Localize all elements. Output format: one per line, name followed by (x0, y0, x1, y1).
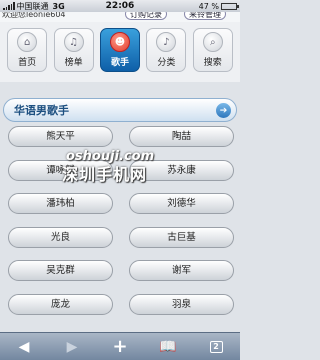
order-history-button[interactable]: 订购记录 (125, 12, 167, 20)
nav-item-categories[interactable]: ♪ 分类 (146, 28, 187, 72)
singer-button[interactable]: 庞龙 (8, 293, 113, 315)
back-arrow-icon: ◀ (18, 338, 30, 355)
search-icon: ⌕ (202, 32, 223, 52)
status-bar: 中国联通 3G 22:06 47 % (0, 0, 240, 12)
category-icon: ♪ (156, 32, 177, 52)
welcome-text: 欢迎您leonie604 (2, 12, 66, 19)
nav-item-home[interactable]: ⌂ 首页 (7, 28, 48, 72)
welcome-bar: 欢迎您leonie604 订购记录 来铃管理 (0, 12, 240, 22)
singer-button[interactable]: 刘德华 (129, 193, 234, 214)
nav-label: 歌手 (110, 58, 129, 68)
singer-button[interactable]: 谢军 (129, 260, 234, 281)
section-title: 华语男歌手 (14, 104, 69, 117)
pages-icon: 2 (209, 340, 223, 353)
forward-button[interactable]: ▶ (59, 336, 85, 358)
singer-button[interactable]: 吴克群 (8, 260, 113, 281)
singer-button[interactable]: 光良 (8, 226, 113, 248)
battery-icon (221, 2, 239, 10)
back-button[interactable]: ◀ (11, 336, 37, 358)
nav-label: 分类 (157, 58, 176, 68)
singer-button[interactable]: 陶喆 (129, 126, 234, 147)
nav-item-charts[interactable]: ♫ 榜单 (53, 28, 94, 72)
nav-label: 搜索 (203, 58, 222, 68)
watermark-name: 深圳手机网 (62, 165, 148, 184)
browser-toolbar: ◀ ▶ + 📖 2 (0, 332, 240, 360)
arrow-right-icon[interactable]: ➔ (216, 103, 231, 118)
nav-item-singers[interactable]: ☻ 歌手 (99, 28, 140, 72)
singer-icon: ☻ (109, 32, 130, 52)
nav-label: 首页 (18, 58, 37, 68)
main-nav: ⌂ 首页 ♫ 榜单 ☻ 歌手 ♪ 分类 ⌕ 搜索 (0, 22, 240, 82)
book-icon: 📖 (159, 338, 177, 355)
singer-button[interactable]: 羽泉 (129, 293, 234, 315)
ringtone-manage-button[interactable]: 来铃管理 (184, 12, 226, 20)
singer-button[interactable]: 古巨基 (129, 226, 234, 248)
bookmarks-button[interactable]: 📖 (155, 336, 181, 358)
singer-button[interactable]: 熊天平 (8, 126, 113, 147)
plus-icon: + (112, 336, 128, 357)
nav-item-search[interactable]: ⌕ 搜索 (192, 28, 233, 72)
chart-icon: ♫ (63, 32, 84, 52)
nav-label: 榜单 (64, 58, 83, 68)
add-bookmark-button[interactable]: + (107, 336, 133, 358)
section-header[interactable]: 华语男歌手 ➔ (3, 98, 237, 122)
home-icon: ⌂ (17, 32, 38, 52)
forward-arrow-icon: ▶ (66, 338, 78, 355)
singer-button[interactable]: 潘玮柏 (8, 193, 113, 214)
clock: 22:06 (105, 1, 135, 11)
pages-button[interactable]: 2 (203, 336, 229, 358)
